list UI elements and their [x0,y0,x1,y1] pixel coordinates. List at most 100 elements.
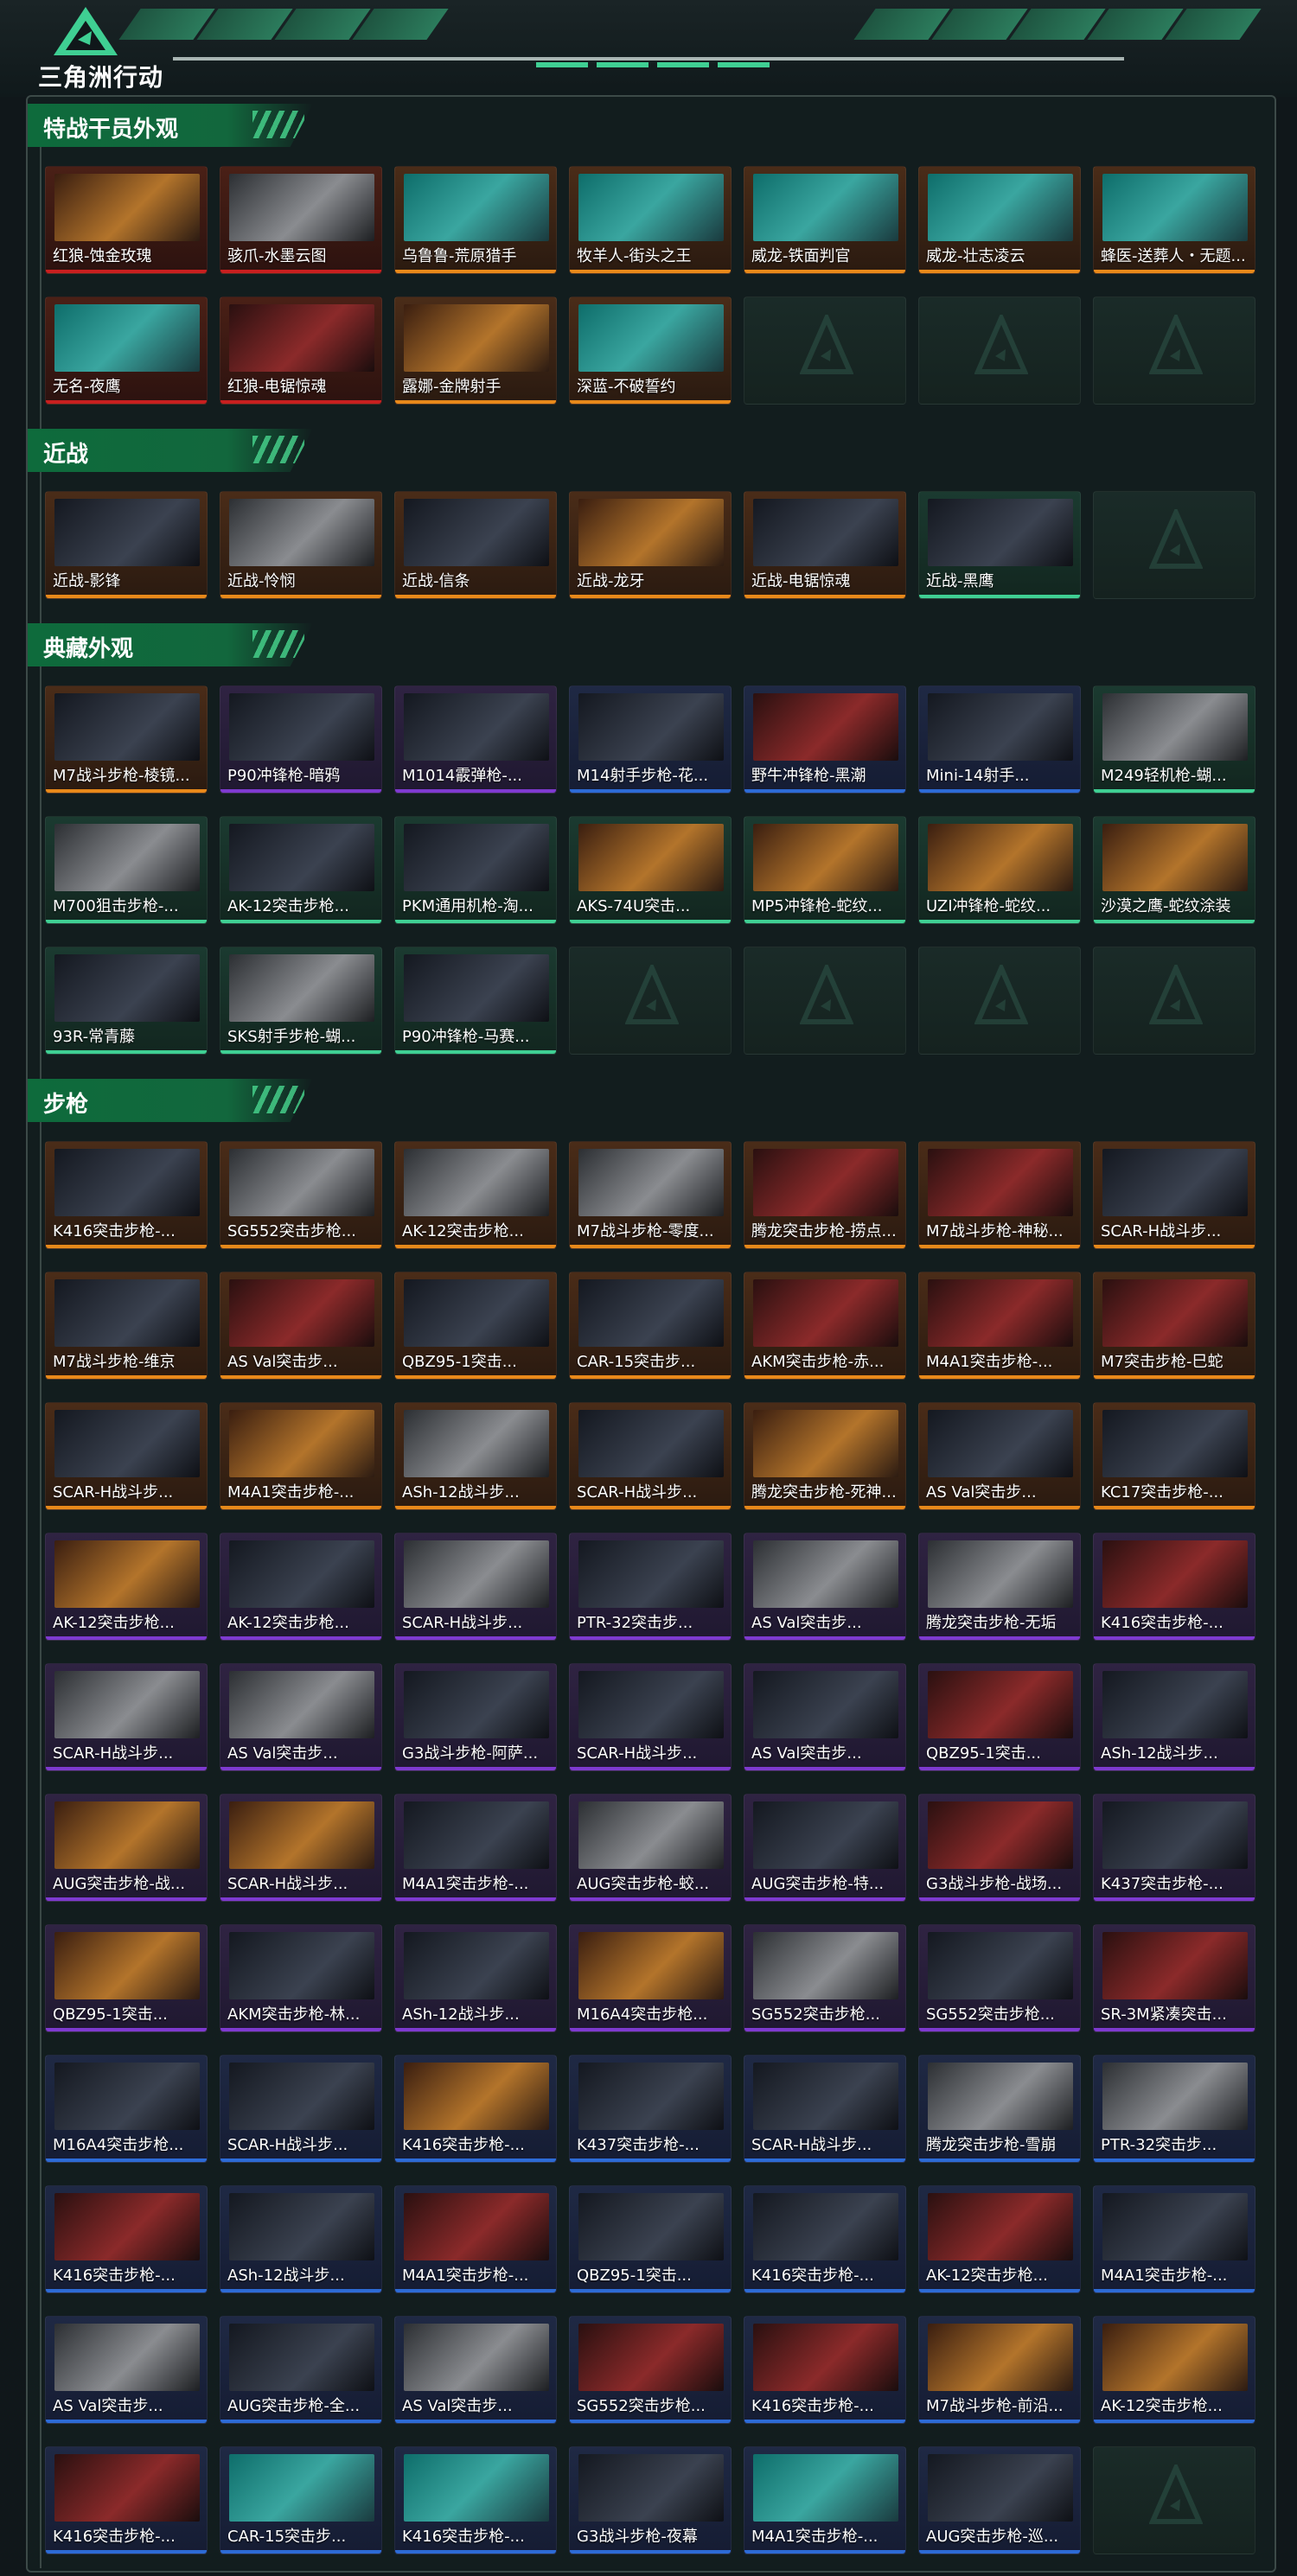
skin-card[interactable]: K416突击步枪-... [394,2055,557,2163]
skin-card[interactable]: AKM突击步枪-赤... [744,1272,906,1380]
skin-card[interactable]: K416突击步枪-... [45,2446,208,2554]
skin-card[interactable]: M4A1突击步枪-... [744,2446,906,2554]
skin-card[interactable]: 近战-电锯惊魂 [744,491,906,599]
skin-card[interactable]: K416突击步枪-... [394,2446,557,2554]
skin-card[interactable]: AK-12突击步枪... [394,1141,557,1249]
skin-card[interactable]: ASh-12战斗步... [394,1924,557,2032]
skin-card[interactable]: AS Val突击步... [394,2316,557,2424]
skin-card[interactable]: M7战斗步枪-零度... [569,1141,732,1249]
skin-card[interactable]: 牧羊人-街头之王 [569,166,732,274]
skin-card[interactable]: SCAR-H战斗步... [394,1533,557,1641]
skin-card[interactable]: AS Val突击步... [744,1663,906,1771]
skin-card[interactable]: M1014霰弹枪-... [394,685,557,794]
skin-card[interactable]: 近战-影锋 [45,491,208,599]
skin-card[interactable]: M4A1突击步枪-... [220,1402,382,1510]
skin-card[interactable]: SCAR-H战斗步... [45,1402,208,1510]
skin-card[interactable]: P90冲锋枪-暗鸦 [220,685,382,794]
skin-card[interactable]: AS Val突击步... [220,1272,382,1380]
skin-card[interactable]: K416突击步枪-... [744,2316,906,2424]
skin-card[interactable]: M700狙击步枪-... [45,816,208,924]
skin-card[interactable]: AUG突击步枪-巡... [918,2446,1081,2554]
skin-card[interactable]: G3战斗步枪-阿萨... [394,1663,557,1771]
skin-card[interactable]: M4A1突击步枪-... [394,2185,557,2293]
skin-card[interactable]: CAR-15突击步... [569,1272,732,1380]
skin-card[interactable]: KC17突击步枪-... [1093,1402,1255,1510]
skin-card[interactable]: AK-12突击步枪... [220,1533,382,1641]
skin-card[interactable]: 近战-怜悯 [220,491,382,599]
skin-card[interactable]: 腾龙突击步枪-捞点... [744,1141,906,1249]
skin-card[interactable]: K437突击步枪-... [1093,1794,1255,1902]
skin-card[interactable]: UZI冲锋枪-蛇纹... [918,816,1081,924]
skin-card[interactable]: ASh-12战斗步... [1093,1663,1255,1771]
skin-card[interactable]: K437突击步枪-... [569,2055,732,2163]
skin-card[interactable]: M7突击步枪-巳蛇 [1093,1272,1255,1380]
skin-card[interactable]: M7战斗步枪-棱镜... [45,685,208,794]
skin-card[interactable]: ASh-12战斗步... [394,1402,557,1510]
skin-card[interactable]: K416突击步枪-... [45,1141,208,1249]
skin-card[interactable]: SG552突击步枪... [220,1141,382,1249]
skin-card[interactable]: 深蓝-不破誓约 [569,296,732,405]
skin-card[interactable]: AS Val突击步... [220,1663,382,1771]
skin-card[interactable]: Mini-14射手... [918,685,1081,794]
skin-card[interactable]: QBZ95-1突击... [569,2185,732,2293]
skin-card[interactable]: P90冲锋枪-马赛... [394,947,557,1055]
skin-card[interactable]: AUG突击步枪-特... [744,1794,906,1902]
skin-card[interactable]: G3战斗步枪-夜幕 [569,2446,732,2554]
skin-card[interactable]: 露娜-金牌射手 [394,296,557,405]
skin-card[interactable]: 无名-夜鹰 [45,296,208,405]
skin-card[interactable]: M7战斗步枪-前沿... [918,2316,1081,2424]
skin-card[interactable]: ASh-12战斗步... [220,2185,382,2293]
skin-card[interactable]: SG552突击步枪... [918,1924,1081,2032]
skin-card[interactable]: AK-12突击步枪... [45,1533,208,1641]
skin-card[interactable]: SCAR-H战斗步... [569,1402,732,1510]
skin-card[interactable]: 近战-龙牙 [569,491,732,599]
skin-card[interactable]: SR-3M紧凑突击... [1093,1924,1255,2032]
skin-card[interactable]: K416突击步枪-... [45,2185,208,2293]
skin-card[interactable]: SG552突击步枪... [569,2316,732,2424]
skin-card[interactable]: M4A1突击步枪-... [918,1272,1081,1380]
skin-card[interactable]: SCAR-H战斗步... [220,2055,382,2163]
skin-card[interactable]: AKS-74U突击... [569,816,732,924]
skin-card[interactable]: AK-12突击步枪... [918,2185,1081,2293]
skin-card[interactable]: M7战斗步枪-神秘... [918,1141,1081,1249]
skin-card[interactable]: SKS射手步枪-蝴... [220,947,382,1055]
skin-card[interactable]: M16A4突击步枪... [45,2055,208,2163]
skin-card[interactable]: 腾龙突击步枪-无垢 [918,1533,1081,1641]
skin-card[interactable]: 蜂医-送葬人・无题... [1093,166,1255,274]
skin-card[interactable]: K416突击步枪-... [744,2185,906,2293]
skin-card[interactable]: M16A4突击步枪... [569,1924,732,2032]
skin-card[interactable]: AK-12突击步枪... [1093,2316,1255,2424]
skin-card[interactable]: 93R-常青藤 [45,947,208,1055]
skin-card[interactable]: M249轻机枪-蝴... [1093,685,1255,794]
skin-card[interactable]: SCAR-H战斗步... [45,1663,208,1771]
skin-card[interactable]: 近战-黑鹰 [918,491,1081,599]
skin-card[interactable]: SCAR-H战斗步... [744,2055,906,2163]
skin-card[interactable]: AKM突击步枪-林... [220,1924,382,2032]
skin-card[interactable]: AS Val突击步... [45,2316,208,2424]
skin-card[interactable]: G3战斗步枪-战场... [918,1794,1081,1902]
skin-card[interactable]: 腾龙突击步枪-死神... [744,1402,906,1510]
skin-card[interactable]: SG552突击步枪... [744,1924,906,2032]
skin-card[interactable]: PTR-32突击步... [1093,2055,1255,2163]
skin-card[interactable]: SCAR-H战斗步... [220,1794,382,1902]
skin-card[interactable]: QBZ95-1突击... [394,1272,557,1380]
skin-card[interactable]: 骇爪-水墨云图 [220,166,382,274]
skin-card[interactable]: M7战斗步枪-维京 [45,1272,208,1380]
skin-card[interactable]: PTR-32突击步... [569,1533,732,1641]
skin-card[interactable]: AK-12突击步枪... [220,816,382,924]
skin-card[interactable]: QBZ95-1突击... [45,1924,208,2032]
skin-card[interactable]: AUG突击步枪-蛟... [569,1794,732,1902]
skin-card[interactable]: SCAR-H战斗步... [1093,1141,1255,1249]
skin-card[interactable]: M14射手步枪-花... [569,685,732,794]
skin-card[interactable]: AUG突击步枪-全... [220,2316,382,2424]
skin-card[interactable]: M4A1突击步枪-... [394,1794,557,1902]
skin-card[interactable]: AS Val突击步... [744,1533,906,1641]
skin-card[interactable]: 威龙-铁面判官 [744,166,906,274]
skin-card[interactable]: CAR-15突击步... [220,2446,382,2554]
skin-card[interactable]: 红狼-电锯惊魂 [220,296,382,405]
skin-card[interactable]: MP5冲锋枪-蛇纹... [744,816,906,924]
skin-card[interactable]: K416突击步枪-... [1093,1533,1255,1641]
skin-card[interactable]: 腾龙突击步枪-雪崩 [918,2055,1081,2163]
skin-card[interactable]: AUG突击步枪-战... [45,1794,208,1902]
skin-card[interactable]: 威龙-壮志凌云 [918,166,1081,274]
